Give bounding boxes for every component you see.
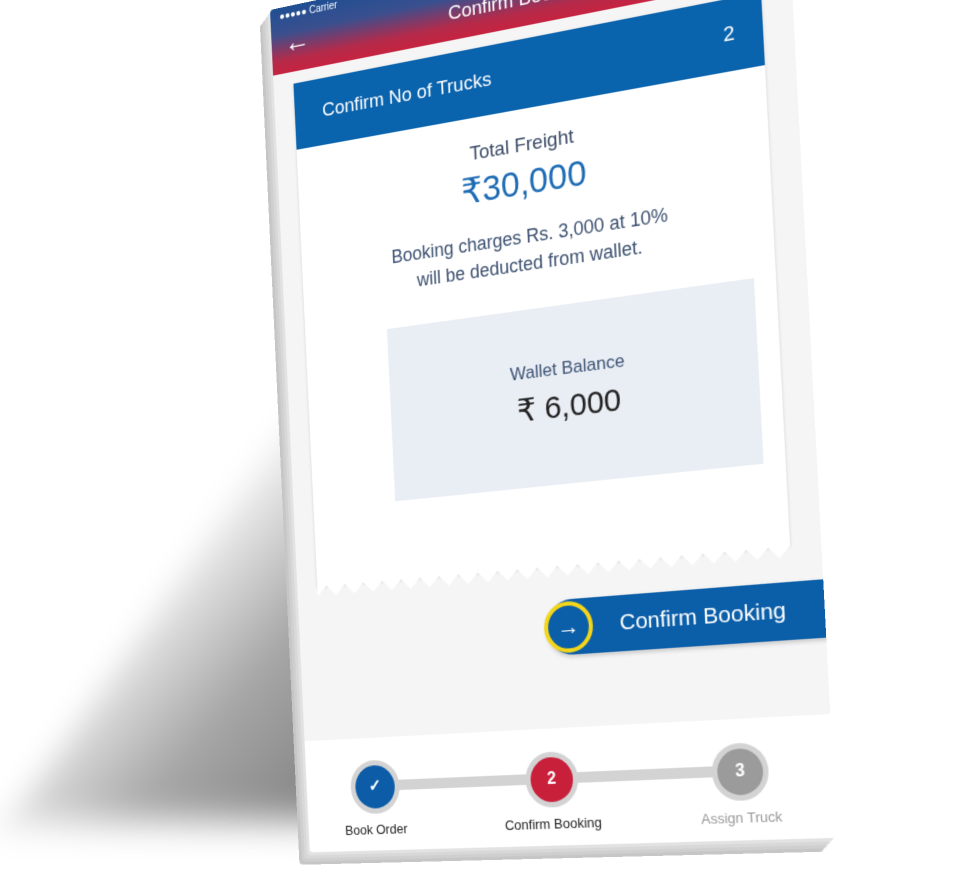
step-label: Confirm Booking bbox=[504, 814, 603, 834]
step-label: Book Order bbox=[344, 820, 408, 839]
step-confirm-booking[interactable]: 2 Confirm Booking bbox=[505, 750, 602, 833]
wallet-balance-panel: Wallet Balance ₹ 6,000 bbox=[386, 278, 764, 502]
confirm-booking-button[interactable]: → Confirm Booking bbox=[542, 575, 837, 657]
step-number: 3 bbox=[710, 741, 771, 802]
step-book-order[interactable]: ✓ Book Order bbox=[345, 759, 408, 838]
confirm-booking-label: Confirm Booking bbox=[619, 597, 787, 636]
checkmark-icon: ✓ bbox=[349, 759, 401, 815]
step-label: Assign Truck bbox=[700, 808, 783, 828]
app-screen: ●●●●● Carrier 13:37 ← Confirm Booking ✆ … bbox=[270, 0, 837, 853]
carrier-label: ●●●●● Carrier bbox=[279, 0, 338, 24]
progress-stepper: ✓ Book Order 2 Confirm Booking 3 Assign … bbox=[304, 714, 837, 853]
step-assign-truck[interactable]: 3 Assign Truck bbox=[701, 741, 783, 827]
phone-stage: ●●●●● Carrier 13:37 ← Confirm Booking ✆ … bbox=[250, 0, 940, 890]
step-number: 2 bbox=[524, 750, 580, 809]
booking-summary-card: Confirm No of Trucks 2 Total Freight ₹30… bbox=[293, 0, 791, 597]
trucks-label: Confirm No of Trucks bbox=[321, 68, 492, 122]
arrow-right-icon: → bbox=[542, 599, 595, 655]
phone-mockup: ●●●●● Carrier 13:37 ← Confirm Booking ✆ … bbox=[270, 0, 837, 853]
trucks-count: 2 bbox=[722, 22, 736, 48]
